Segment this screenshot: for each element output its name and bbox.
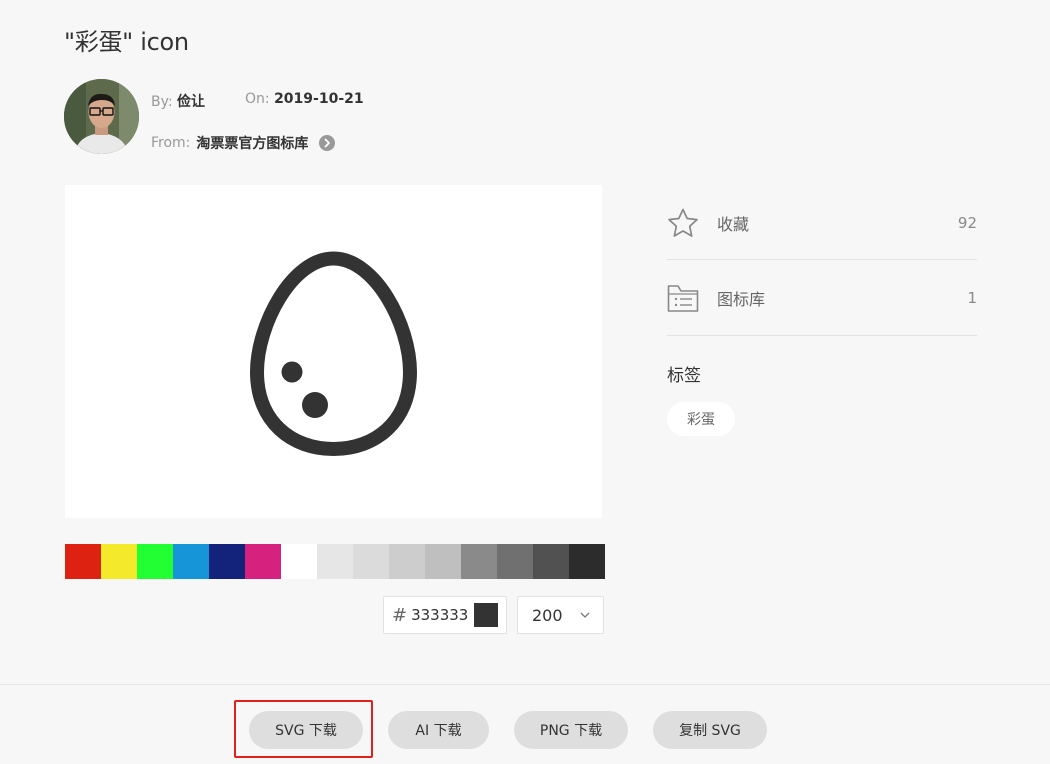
color-swatch[interactable] bbox=[173, 544, 209, 579]
by-label: By: bbox=[151, 94, 173, 110]
color-swatch[interactable] bbox=[137, 544, 173, 579]
png-download-button[interactable]: PNG 下载 bbox=[514, 711, 628, 749]
author-by: By: 俭让 bbox=[151, 91, 205, 111]
size-value: 200 bbox=[532, 605, 563, 625]
size-select[interactable]: 200 bbox=[517, 596, 604, 634]
color-swatch[interactable] bbox=[245, 544, 281, 579]
favorite-label: 收藏 bbox=[717, 215, 750, 234]
chevron-down-icon bbox=[580, 612, 590, 618]
color-swatch[interactable] bbox=[101, 544, 137, 579]
svg-download-button[interactable]: SVG 下载 bbox=[249, 711, 363, 749]
author-name[interactable]: 俭让 bbox=[177, 94, 205, 110]
user-avatar-icon bbox=[64, 79, 139, 154]
library-row[interactable]: 图标库 1 bbox=[667, 273, 977, 323]
color-input[interactable]: # 333333 bbox=[383, 596, 507, 634]
on-label: On: bbox=[245, 91, 270, 107]
color-swatch[interactable] bbox=[569, 544, 605, 579]
color-swatch[interactable] bbox=[533, 544, 569, 579]
tag-item[interactable]: 彩蛋 bbox=[667, 402, 735, 436]
icon-preview bbox=[65, 185, 602, 518]
color-palette bbox=[65, 544, 605, 579]
from-label: From: bbox=[151, 135, 191, 151]
color-swatch[interactable] bbox=[389, 544, 425, 579]
tags-heading: 标签 bbox=[667, 366, 701, 386]
footer-divider bbox=[0, 684, 1050, 685]
hash-symbol: # bbox=[392, 604, 408, 626]
color-swatch[interactable] bbox=[317, 544, 353, 579]
author-avatar[interactable] bbox=[64, 79, 139, 154]
color-swatch[interactable] bbox=[353, 544, 389, 579]
color-swatch[interactable] bbox=[209, 544, 245, 579]
divider bbox=[667, 259, 977, 260]
library-label: 图标库 bbox=[717, 290, 766, 309]
divider bbox=[667, 335, 977, 336]
color-swatch[interactable] bbox=[425, 544, 461, 579]
source-library: From: 淘票票官方图标库 bbox=[151, 133, 336, 153]
color-swatch[interactable] bbox=[65, 544, 101, 579]
egg-icon bbox=[249, 251, 418, 457]
library-link[interactable]: 淘票票官方图标库 bbox=[196, 133, 308, 153]
upload-date: On: 2019-10-21 bbox=[245, 91, 364, 107]
date-value: 2019-10-21 bbox=[274, 91, 364, 107]
folder-list-icon[interactable] bbox=[667, 283, 699, 313]
color-swatch[interactable] bbox=[461, 544, 497, 579]
star-icon[interactable] bbox=[667, 207, 699, 239]
copy-svg-button[interactable]: 复制 SVG bbox=[653, 711, 767, 749]
favorite-count: 92 bbox=[957, 214, 977, 232]
color-swatch[interactable] bbox=[497, 544, 533, 579]
chevron-right-icon[interactable] bbox=[319, 135, 336, 151]
color-hex-value[interactable]: 333333 bbox=[411, 606, 468, 624]
page-title: "彩蛋" icon bbox=[64, 28, 189, 56]
color-swatch[interactable] bbox=[281, 544, 317, 579]
ai-download-button[interactable]: AI 下载 bbox=[388, 711, 489, 749]
color-preview-chip[interactable] bbox=[474, 603, 498, 627]
library-count: 1 bbox=[967, 289, 977, 307]
favorite-row[interactable]: 收藏 92 bbox=[667, 198, 977, 248]
